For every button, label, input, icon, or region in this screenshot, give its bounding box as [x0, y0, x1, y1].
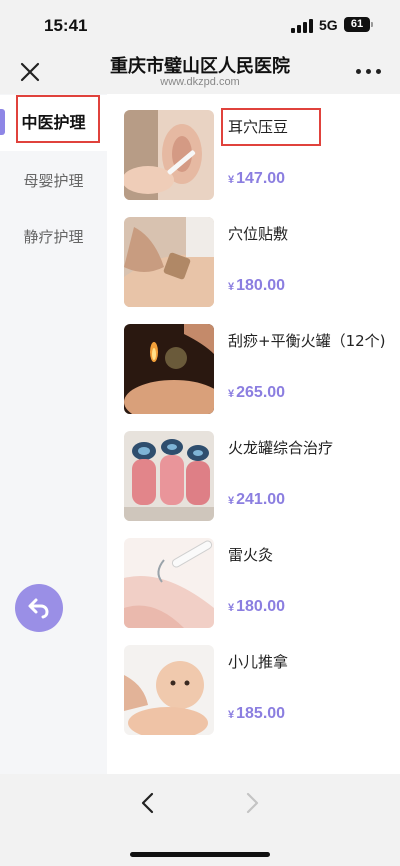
- product-item[interactable]: 火龙罐综合治疗 ¥241.00: [107, 415, 400, 521]
- product-name: 刮痧+平衡火罐（12个): [228, 332, 386, 350]
- product-name: 火龙罐综合治疗: [228, 439, 334, 457]
- browser-back-button[interactable]: [136, 790, 160, 816]
- more-icon-dot: [376, 69, 381, 74]
- sidebar-item-label: 静疗护理: [23, 228, 84, 246]
- sidebar-item-label: 母婴护理: [23, 172, 84, 190]
- browser-forward-button[interactable]: [240, 790, 264, 816]
- back-float-button[interactable]: [15, 584, 63, 632]
- currency-symbol: ¥: [228, 602, 235, 614]
- product-thumbnail: [124, 110, 214, 200]
- product-price: ¥180.00: [228, 598, 285, 616]
- product-price: ¥185.00: [228, 705, 285, 723]
- product-item[interactable]: 小儿推拿 ¥185.00: [107, 629, 400, 735]
- home-indicator[interactable]: [130, 852, 270, 857]
- chevron-left-icon: [141, 792, 154, 814]
- more-icon: [356, 69, 361, 74]
- product-thumbnail: [124, 217, 214, 307]
- close-icon: [20, 62, 40, 82]
- category-sidebar: 中医护理 母婴护理 静疗护理: [0, 94, 107, 774]
- acupoint-patch-image: [124, 217, 214, 307]
- status-bar: 15:41 5G 61: [0, 0, 400, 50]
- product-price: ¥241.00: [228, 491, 285, 509]
- more-button[interactable]: [354, 60, 384, 84]
- signal-icon: [291, 19, 315, 33]
- product-thumbnail: [124, 645, 214, 735]
- close-button[interactable]: [16, 58, 44, 86]
- product-thumbnail: [124, 324, 214, 414]
- currency-symbol: ¥: [228, 281, 235, 293]
- return-arrow-icon: [28, 598, 49, 619]
- product-name: 小儿推拿: [228, 653, 289, 671]
- product-item[interactable]: 穴位贴敷 ¥180.00: [107, 201, 400, 307]
- product-name: 穴位贴敷: [228, 225, 289, 243]
- product-item[interactable]: 雷火灸 ¥180.00: [107, 522, 400, 628]
- currency-symbol: ¥: [228, 174, 235, 186]
- nav-bar: 重庆市璧山区人民医院 www.dkzpd.com: [0, 50, 400, 94]
- currency-symbol: ¥: [228, 388, 235, 400]
- price-value: 265.00: [236, 384, 286, 401]
- child-massage-image: [124, 645, 214, 735]
- product-item[interactable]: 耳穴压豆 ¥147.00: [107, 94, 400, 200]
- product-price: ¥180.00: [228, 277, 285, 295]
- network-type: 5G: [319, 17, 338, 33]
- price-value: 241.00: [236, 491, 286, 508]
- currency-symbol: ¥: [228, 495, 235, 507]
- browser-toolbar: [0, 774, 400, 866]
- sidebar-item-iv-nursing[interactable]: 静疗护理: [0, 209, 107, 265]
- product-item[interactable]: 刮痧+平衡火罐（12个) ¥265.00: [107, 308, 400, 414]
- battery-tip: [371, 22, 373, 27]
- page-title: 重庆市璧山区人民医院: [110, 56, 290, 77]
- more-icon-dot: [366, 69, 371, 74]
- price-value: 147.00: [236, 170, 286, 187]
- battery-icon: 61: [344, 17, 370, 32]
- price-value: 185.00: [236, 705, 286, 722]
- fire-dragon-cups-image: [124, 431, 214, 521]
- product-price: ¥265.00: [228, 384, 285, 402]
- product-price: ¥147.00: [228, 170, 285, 188]
- page-url: www.dkzpd.com: [160, 76, 240, 88]
- product-thumbnail: [124, 538, 214, 628]
- product-thumbnail: [124, 431, 214, 521]
- ear-acupressure-image: [124, 110, 214, 200]
- cupping-therapy-image: [124, 324, 214, 414]
- moxibustion-image: [124, 538, 214, 628]
- product-name: 雷火灸: [228, 546, 274, 564]
- sidebar-item-tcm-nursing[interactable]: 中医护理: [0, 95, 107, 151]
- currency-symbol: ¥: [228, 709, 235, 721]
- product-list: 耳穴压豆 ¥147.00 穴位贴敷 ¥180.00 刮痧+平衡火罐（12个) ¥…: [107, 94, 400, 774]
- sidebar-item-label: 中医护理: [21, 113, 86, 132]
- sidebar-item-maternal-nursing[interactable]: 母婴护理: [0, 153, 107, 209]
- status-time: 15:41: [44, 16, 88, 35]
- chevron-right-icon: [246, 792, 259, 814]
- battery-level: 61: [350, 18, 364, 30]
- product-name: 耳穴压豆: [228, 118, 289, 136]
- price-value: 180.00: [236, 598, 286, 615]
- price-value: 180.00: [236, 277, 286, 294]
